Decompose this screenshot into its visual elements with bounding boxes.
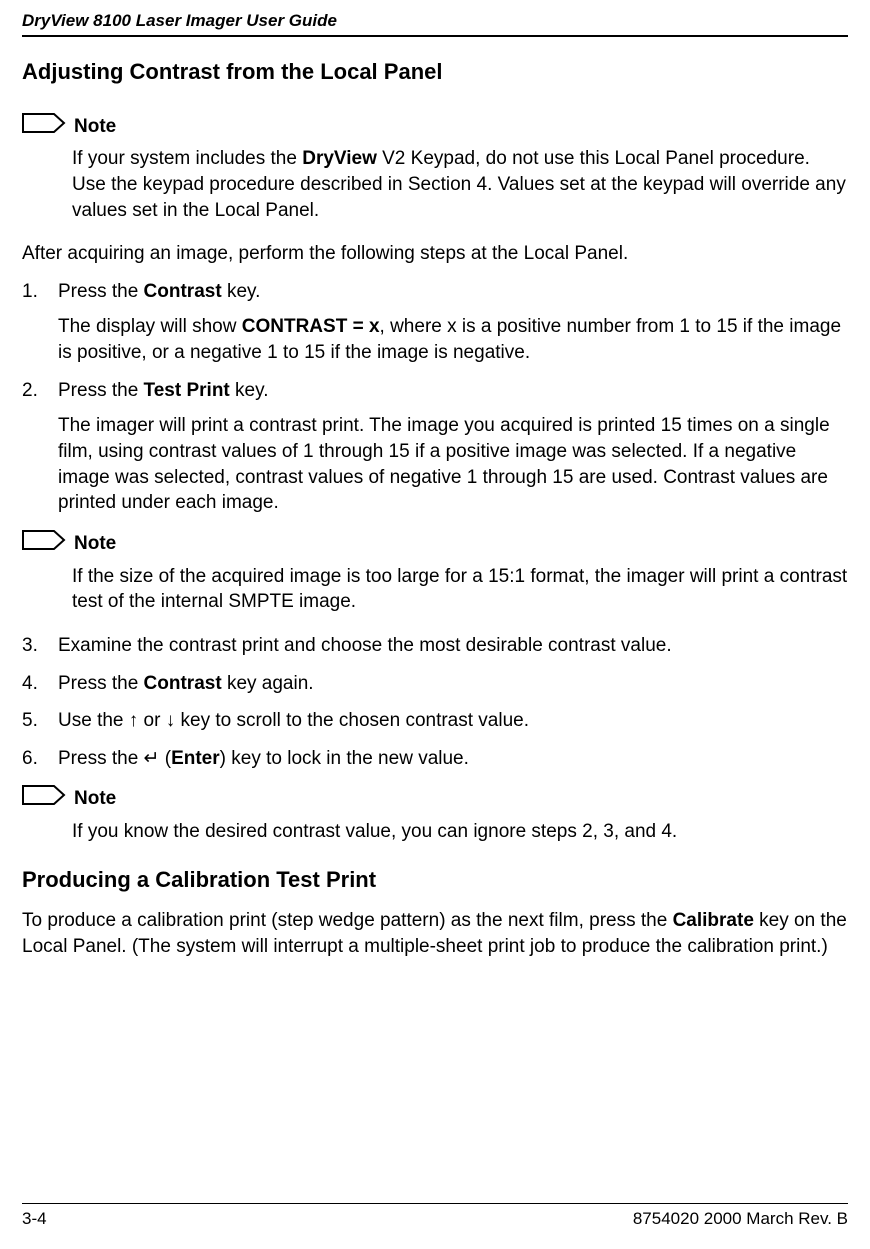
section-title-calibration: Producing a Calibration Test Print bbox=[22, 865, 848, 895]
note-body-1: If your system includes the DryView V2 K… bbox=[72, 146, 848, 223]
enter-icon: ↵ bbox=[144, 748, 160, 769]
note-tag-icon bbox=[22, 785, 66, 813]
step-2: Press the Test Print key. The imager wil… bbox=[22, 378, 848, 516]
step1-sub: The display will show CONTRAST = x, wher… bbox=[58, 314, 848, 365]
step4-post: key again. bbox=[222, 673, 314, 694]
note-label-text: Note bbox=[74, 531, 116, 557]
step2-post: key. bbox=[230, 380, 269, 401]
step1-sub-bold: CONTRAST = x bbox=[242, 316, 380, 337]
note-tag-icon bbox=[22, 113, 66, 141]
up-arrow-icon: ↑ bbox=[129, 710, 139, 731]
down-arrow-icon: ↓ bbox=[166, 710, 176, 731]
note-body-3: If you know the desired contrast value, … bbox=[72, 819, 848, 845]
step4-bold: Contrast bbox=[144, 673, 222, 694]
step1-post: key. bbox=[222, 281, 261, 302]
step4-pre: Press the bbox=[58, 673, 144, 694]
steps-list: Press the Contrast key. The display will… bbox=[22, 279, 848, 516]
step-4: Press the Contrast key again. bbox=[22, 671, 848, 697]
step6-bold: Enter bbox=[171, 748, 220, 769]
page-footer: 3-4 8754020 2000 March Rev. B bbox=[22, 1203, 848, 1231]
calibration-body: To produce a calibration print (step wed… bbox=[22, 908, 848, 959]
note-heading-3: Note bbox=[22, 785, 848, 813]
step-5: Use the ↑ or ↓ key to scroll to the chos… bbox=[22, 708, 848, 734]
note-heading-1: Note bbox=[22, 113, 848, 141]
note1-pre: If your system includes the bbox=[72, 148, 302, 169]
step2-pre: Press the bbox=[58, 380, 144, 401]
step6-pre: Press the bbox=[58, 748, 144, 769]
step1-sub-pre: The display will show bbox=[58, 316, 242, 337]
header-title: DryView 8100 Laser Imager User Guide bbox=[22, 11, 337, 30]
step-1: Press the Contrast key. The display will… bbox=[22, 279, 848, 366]
steps-list-cont: Examine the contrast print and choose th… bbox=[22, 633, 848, 772]
cal-pre: To produce a calibration print (step wed… bbox=[22, 910, 673, 931]
step5-pre: Use the bbox=[58, 710, 129, 731]
step1-pre: Press the bbox=[58, 281, 144, 302]
step-3: Examine the contrast print and choose th… bbox=[22, 633, 848, 659]
step2-sub: The imager will print a contrast print. … bbox=[58, 413, 848, 516]
note-label-text: Note bbox=[74, 786, 116, 812]
note-tag-icon bbox=[22, 530, 66, 558]
step5-post: key to scroll to the chosen contrast val… bbox=[175, 710, 529, 731]
step5-mid: or bbox=[138, 710, 165, 731]
footer-right: 8754020 2000 March Rev. B bbox=[633, 1208, 848, 1231]
note1-bold: DryView bbox=[302, 148, 377, 169]
note-heading-2: Note bbox=[22, 530, 848, 558]
section-title-adjusting: Adjusting Contrast from the Local Panel bbox=[22, 57, 848, 87]
intro-para: After acquiring an image, perform the fo… bbox=[22, 241, 848, 267]
cal-bold: Calibrate bbox=[673, 910, 754, 931]
step-6: Press the ↵ (Enter) key to lock in the n… bbox=[22, 746, 848, 772]
note-body-2: If the size of the acquired image is too… bbox=[72, 564, 848, 615]
note-label-text: Note bbox=[74, 114, 116, 140]
page-header: DryView 8100 Laser Imager User Guide bbox=[22, 10, 848, 37]
step2-bold: Test Print bbox=[144, 380, 230, 401]
step1-bold: Contrast bbox=[144, 281, 222, 302]
step6-open: ( bbox=[159, 748, 171, 769]
page-number: 3-4 bbox=[22, 1208, 47, 1231]
step6-post: ) key to lock in the new value. bbox=[220, 748, 469, 769]
